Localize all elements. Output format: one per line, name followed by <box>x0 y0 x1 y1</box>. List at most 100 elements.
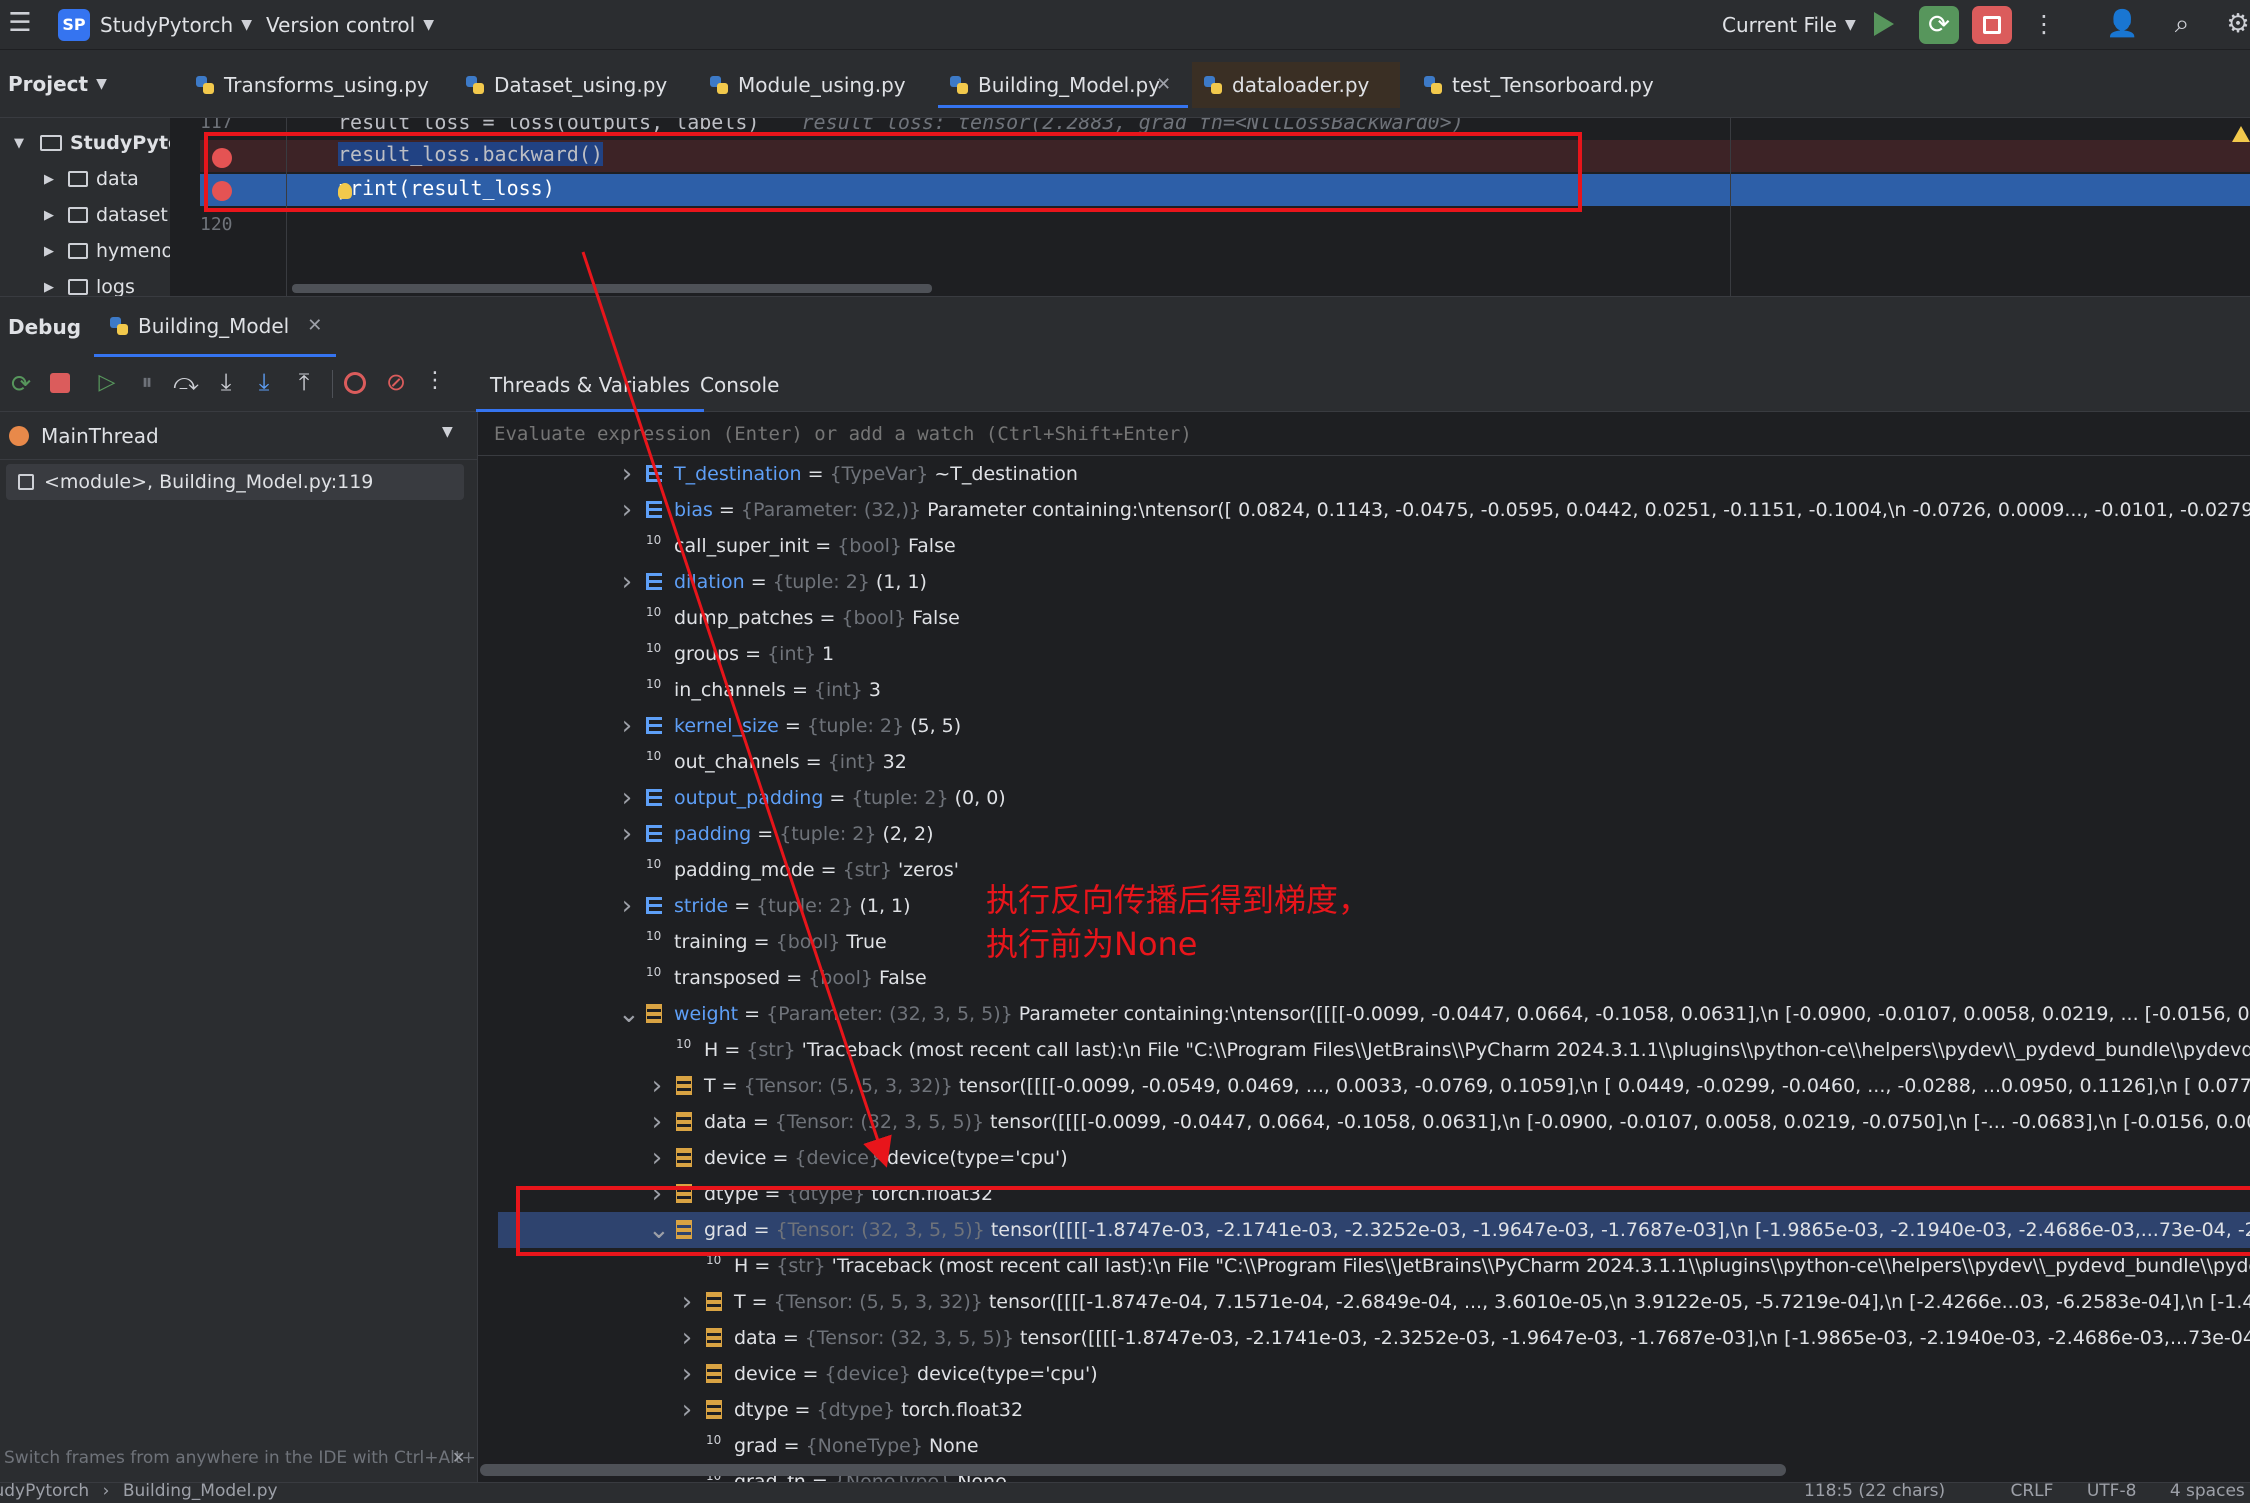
frame-item[interactable]: <module>, Building_Model.py:119 <box>6 464 464 500</box>
more-options-icon[interactable]: ⋮ <box>424 368 446 393</box>
close-icon[interactable]: ✕ <box>452 1448 465 1467</box>
vcs-widget[interactable]: Version control ▼ <box>266 9 434 41</box>
variable-row[interactable]: › device = {device} device(type='cpu') <box>478 1356 2250 1392</box>
tab-dataset-using[interactable]: Dataset_using.py <box>454 62 698 108</box>
tab-building-model[interactable]: Building_Model.py ✕ <box>938 62 1188 108</box>
hamburger-menu-icon[interactable]: ☰ <box>6 10 34 38</box>
chevron-right-icon[interactable]: › <box>618 816 636 852</box>
chevron-right-icon[interactable]: › <box>648 1104 666 1140</box>
tab-dataloader[interactable]: dataloader.py <box>1192 62 1400 108</box>
chevron-right-icon[interactable]: › <box>618 492 636 528</box>
variable-row[interactable]: › T = {Tensor: (5, 5, 3, 32)} tensor([[[[-… <box>478 1284 2250 1320</box>
variable-row[interactable]: › padding = {tuple: 2} (2, 2) <box>478 816 2250 852</box>
horizontal-scrollbar[interactable] <box>292 284 932 293</box>
tree-item-data[interactable]: ▶ data <box>42 164 139 194</box>
variable-row[interactable]: › T_destination = {TypeVar} ~T_destination <box>478 456 2250 492</box>
stop-icon[interactable] <box>50 373 70 393</box>
thread-selector[interactable]: MainThread ▼ <box>0 412 477 460</box>
folder-icon <box>68 171 88 187</box>
warning-icon[interactable] <box>2232 126 2250 142</box>
stop-button[interactable] <box>1972 6 2012 44</box>
watch-expression-input[interactable] <box>478 412 2250 456</box>
variable-row[interactable]: › dtype = {dtype} torch.float32 <box>478 1392 2250 1428</box>
variable-row[interactable]: 10 dump_patches = {bool} False <box>478 600 2250 636</box>
variable-text: training = {bool} True <box>674 924 887 960</box>
variable-type: {tuple: 2} <box>851 787 949 809</box>
close-tab-icon[interactable]: ✕ <box>307 315 322 336</box>
variable-text: T_destination = {TypeVar} ~T_destination <box>674 456 1078 492</box>
settings-icon[interactable]: ⚙ <box>2222 8 2250 40</box>
project-tool-title[interactable]: Project ▼ <box>8 72 107 96</box>
variable-row[interactable]: › output_padding = {tuple: 2} (0, 0) <box>478 780 2250 816</box>
chevron-right-icon[interactable]: › <box>678 1392 696 1428</box>
breadcrumb-file[interactable]: Building_Model.py <box>123 1483 278 1501</box>
variable-row[interactable]: 10 out_channels = {int} 32 <box>478 744 2250 780</box>
rerun-debug-icon[interactable]: ⟳ <box>1919 6 1959 44</box>
chevron-right-icon[interactable]: › <box>618 456 636 492</box>
python-file-icon <box>466 76 484 94</box>
tree-item-dataset[interactable]: ▶ dataset <box>42 200 168 230</box>
chevron-right-icon[interactable]: › <box>618 888 636 924</box>
variable-row[interactable]: › device = {device} device(type='cpu') <box>478 1140 2250 1176</box>
primitive-value-icon: 10 <box>646 857 662 871</box>
variable-row[interactable]: 10 groups = {int} 1 <box>478 636 2250 672</box>
close-tab-icon[interactable]: ✕ <box>1156 62 1171 108</box>
variable-row[interactable]: 10 call_super_init = {bool} False <box>478 528 2250 564</box>
run-icon[interactable] <box>1874 12 1894 36</box>
step-into-my-code-icon[interactable]: ⤓ <box>250 368 278 396</box>
add-user-icon[interactable]: 👤 <box>2106 8 2138 40</box>
variable-row[interactable]: 10 H = {str} 'Traceback (most recent call … <box>478 1032 2250 1068</box>
variable-row[interactable]: ⌄ weight = {Parameter: (32, 3, 5, 5)} Para… <box>478 996 2250 1032</box>
chevron-down-icon[interactable]: ⌄ <box>618 996 640 1032</box>
chevron-right-icon[interactable]: › <box>678 1320 696 1356</box>
collection-icon <box>646 825 662 842</box>
tab-console[interactable]: Console <box>686 358 793 412</box>
variable-row[interactable]: › bias = {Parameter: (32,)} Parameter cont… <box>478 492 2250 528</box>
variable-row[interactable]: › kernel_size = {tuple: 2} (5, 5) <box>478 708 2250 744</box>
step-out-icon[interactable]: ⤒ <box>290 368 318 396</box>
more-options-icon[interactable]: ⋮ <box>2032 10 2056 38</box>
pause-icon[interactable]: ⏸ <box>134 370 160 395</box>
tab-test-tensorboard[interactable]: test_Tensorboard.py <box>1412 62 1682 108</box>
search-icon[interactable]: ⌕ <box>2166 8 2198 40</box>
variable-row[interactable]: › data = {Tensor: (32, 3, 5, 5)} tensor([[… <box>478 1104 2250 1140</box>
chevron-right-icon[interactable]: › <box>678 1356 696 1392</box>
gutter-line-number: 120 <box>200 214 233 235</box>
tab-module-using[interactable]: Module_using.py <box>698 62 942 108</box>
chevron-right-icon[interactable]: › <box>678 1284 696 1320</box>
chevron-right-icon[interactable]: › <box>618 708 636 744</box>
tab-threads-variables[interactable]: Threads & Variables <box>476 358 705 412</box>
variable-row[interactable]: › T = {Tensor: (5, 5, 3, 32)} tensor([[[[-… <box>478 1068 2250 1104</box>
chevron-right-icon: ▶ <box>44 207 54 223</box>
chevron-right-icon[interactable]: › <box>618 780 636 816</box>
variable-row[interactable]: › dilation = {tuple: 2} (1, 1) <box>478 564 2250 600</box>
run-config-selector[interactable]: Current File ▼ <box>1722 9 1856 41</box>
tree-item-hymenoptera[interactable]: ▶ hymenoptera_data <box>42 236 170 266</box>
resume-icon[interactable]: ▷ <box>94 370 120 395</box>
step-into-icon[interactable]: ⤓ <box>212 368 240 396</box>
view-breakpoints-icon[interactable] <box>344 372 366 394</box>
file-encoding[interactable]: UTF-8 <box>2087 1483 2137 1501</box>
breadcrumb-project[interactable]: StudyPytorch <box>0 1483 89 1501</box>
breadcrumb[interactable]: StudyPytorch › Building_Model.py <box>0 1483 278 1501</box>
right-margin-guide <box>1730 118 1731 296</box>
debug-session-tab[interactable]: Building_Model ✕ <box>94 297 337 357</box>
variable-row[interactable]: 10 grad = {NoneType} None <box>478 1428 2250 1464</box>
horizontal-scrollbar[interactable] <box>480 1464 1786 1476</box>
chevron-right-icon[interactable]: › <box>648 1140 666 1176</box>
variable-text: padding_mode = {str}'zeros' <box>674 852 959 888</box>
tree-item-logs[interactable]: ▶ logs <box>42 272 135 296</box>
tab-transforms-using[interactable]: Transforms_using.py <box>184 62 454 108</box>
chevron-right-icon[interactable]: › <box>618 564 636 600</box>
line-ending[interactable]: CRLF <box>2011 1483 2054 1501</box>
mute-breakpoints-icon[interactable]: ⊘ <box>382 368 410 396</box>
variable-row[interactable]: 10 in_channels = {int} 3 <box>478 672 2250 708</box>
chevron-right-icon[interactable]: › <box>648 1068 666 1104</box>
variable-row[interactable]: › data = {Tensor: (32, 3, 5, 5)} tensor([[… <box>478 1320 2250 1356</box>
rerun-icon[interactable]: ⟳ <box>8 370 34 398</box>
tree-root[interactable]: ▼ StudyPytorch <box>10 128 170 158</box>
project-widget[interactable]: SP StudyPytorch ▼ <box>58 9 252 41</box>
cursor-position[interactable]: 118:5 (22 chars) <box>1804 1483 1945 1501</box>
indent-setting[interactable]: 4 spaces <box>2170 1483 2245 1501</box>
step-over-icon[interactable]: ⤼ <box>172 368 200 396</box>
